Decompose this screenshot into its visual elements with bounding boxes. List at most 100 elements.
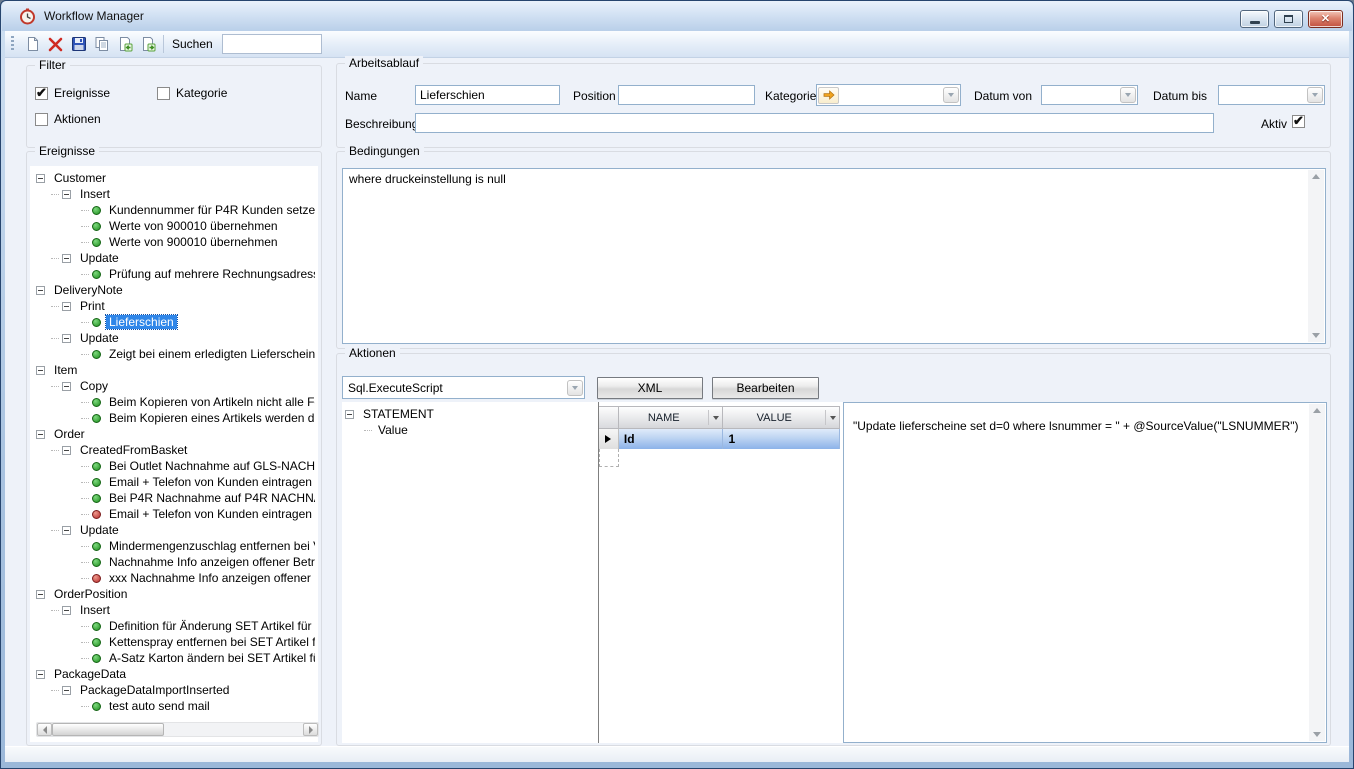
column-filter-button[interactable] — [708, 410, 722, 425]
tree-item[interactable]: Nachnahme Info anzeigen offener Betrag a… — [33, 554, 315, 570]
xml-button[interactable]: XML — [597, 377, 703, 399]
tree-item[interactable]: Beim Kopieren eines Artikels werden die … — [33, 410, 315, 426]
tree-item[interactable]: Werte von 900010 übernehmen — [33, 234, 315, 250]
collapse-toggle-icon[interactable] — [62, 526, 71, 535]
save-icon[interactable] — [67, 33, 90, 56]
tree-item[interactable]: Customer — [33, 170, 315, 186]
tree-item[interactable]: Update — [33, 250, 315, 266]
tree-item[interactable]: Definition für Änderung SET Artikel für … — [33, 618, 315, 634]
beschreibung-input[interactable] — [415, 113, 1214, 133]
collapse-toggle-icon[interactable] — [36, 670, 45, 679]
tree-item[interactable]: Insert — [33, 602, 315, 618]
action-type-dropdown-button[interactable] — [567, 380, 583, 396]
titlebar[interactable]: Workflow Manager ✕ — [2, 1, 1352, 31]
column-header-value[interactable]: VALUE — [723, 406, 840, 429]
datum-bis-combo[interactable] — [1218, 85, 1325, 105]
tree-item[interactable]: Beim Kopieren von Artikeln nicht alle Fe… — [33, 394, 315, 410]
name-input[interactable] — [415, 85, 560, 105]
tree-item[interactable]: Prüfung auf mehrere Rechnungsadressen — [33, 266, 315, 282]
tree-item[interactable]: Bei P4R Nachnahme auf P4R NACHNAHME u — [33, 490, 315, 506]
ereignisse-checkbox[interactable]: ✔ — [35, 87, 48, 100]
collapse-toggle-icon[interactable] — [62, 302, 71, 311]
script-scrollbar[interactable] — [1309, 404, 1325, 741]
filter-ereignisse-row[interactable]: ✔ Ereignisse — [35, 86, 110, 100]
value-node[interactable]: Value — [342, 422, 592, 438]
collapse-toggle-icon[interactable] — [62, 446, 71, 455]
tree-item[interactable]: PackageData — [33, 666, 315, 682]
close-button[interactable]: ✕ — [1308, 10, 1343, 28]
position-input[interactable] — [618, 85, 755, 105]
collapse-toggle-icon[interactable] — [62, 254, 71, 263]
collapse-toggle-icon[interactable] — [62, 334, 71, 343]
scroll-right-button[interactable] — [303, 723, 318, 736]
tree-item[interactable]: Print — [33, 298, 315, 314]
tree-item[interactable]: Werte von 900010 übernehmen — [33, 218, 315, 234]
tree-item[interactable]: Email + Telefon von Kunden eintragen bei… — [33, 474, 315, 490]
tree-item[interactable]: CreatedFromBasket — [33, 442, 315, 458]
scrollbar-thumb[interactable] — [52, 723, 164, 736]
tree-item[interactable]: PackageDataImportInserted — [33, 682, 315, 698]
grid-cell-name[interactable]: Id — [619, 429, 724, 449]
tree-item[interactable]: Lieferschien — [33, 314, 315, 330]
grid-row[interactable]: Id 1 — [599, 429, 840, 449]
tree-item[interactable]: Kettenspray entfernen bei SET Artikel fü… — [33, 634, 315, 650]
toolbar-grip-icon[interactable] — [11, 36, 14, 52]
tree-item[interactable]: test auto send mail — [33, 698, 315, 714]
collapse-toggle-icon[interactable] — [36, 286, 45, 295]
tree-item[interactable]: Order — [33, 426, 315, 442]
scroll-left-button[interactable] — [37, 723, 52, 736]
tree-item[interactable]: DeliveryNote — [33, 282, 315, 298]
filter-aktionen-row[interactable]: ✔ Aktionen — [35, 112, 101, 126]
delete-icon[interactable] — [44, 33, 67, 56]
grid-cell-value[interactable]: 1 — [723, 429, 840, 449]
tree-item[interactable]: Email + Telefon von Kunden eintragen bei… — [33, 506, 315, 522]
conditions-textarea[interactable]: where druckeinstellung is null — [342, 168, 1326, 344]
collapse-toggle-icon[interactable] — [36, 366, 45, 375]
export-file-icon[interactable] — [113, 33, 136, 56]
aktionen-checkbox[interactable]: ✔ — [35, 113, 48, 126]
column-header-name[interactable]: NAME — [619, 406, 724, 429]
collapse-toggle-icon[interactable] — [62, 382, 71, 391]
kategorie-checkbox[interactable]: ✔ — [157, 87, 170, 100]
tree-item[interactable]: Update — [33, 330, 315, 346]
collapse-toggle-icon[interactable] — [62, 190, 71, 199]
copy-icon[interactable] — [90, 33, 113, 56]
kategorie-lookup-button[interactable] — [818, 87, 839, 104]
tree-horizontal-scrollbar[interactable] — [36, 722, 319, 737]
search-input[interactable] — [222, 34, 322, 54]
script-textarea[interactable]: "Update lieferscheine set d=0 where lsnu… — [843, 402, 1327, 743]
tree-item[interactable]: Item — [33, 362, 315, 378]
maximize-button[interactable] — [1274, 10, 1303, 28]
collapse-toggle-icon[interactable] — [62, 686, 71, 695]
tree-item[interactable]: Mindermengenzuschlag entfernen bei Versa — [33, 538, 315, 554]
minimize-button[interactable] — [1240, 10, 1269, 28]
conditions-scrollbar[interactable] — [1308, 170, 1324, 342]
tree-item[interactable]: A-Satz Karton ändern bei SET Artikel für… — [33, 650, 315, 666]
action-type-combo[interactable]: Sql.ExecuteScript — [342, 376, 585, 399]
kategorie-combo[interactable] — [816, 84, 961, 106]
kategorie-dropdown-button[interactable] — [943, 87, 959, 103]
collapse-toggle-icon[interactable] — [36, 174, 45, 183]
tree-item[interactable]: Insert — [33, 186, 315, 202]
filter-kategorie-row[interactable]: ✔ Kategorie — [157, 86, 227, 100]
tree-item[interactable]: Copy — [33, 378, 315, 394]
collapse-toggle-icon[interactable] — [62, 606, 71, 615]
column-filter-button[interactable] — [825, 410, 839, 425]
tree-item[interactable]: OrderPosition — [33, 586, 315, 602]
tree-item[interactable]: Zeigt bei einem erledigten Lieferschein … — [33, 346, 315, 362]
collapse-toggle-icon[interactable] — [345, 410, 354, 419]
collapse-toggle-icon[interactable] — [36, 590, 45, 599]
collapse-toggle-icon[interactable] — [36, 430, 45, 439]
datum-von-combo[interactable] — [1041, 85, 1138, 105]
datum-bis-dropdown-button[interactable] — [1307, 87, 1323, 103]
import-file-icon[interactable] — [136, 33, 159, 56]
datum-von-dropdown-button[interactable] — [1120, 87, 1136, 103]
statement-node[interactable]: STATEMENT — [342, 406, 592, 422]
new-document-icon[interactable] — [21, 33, 44, 56]
bearbeiten-button[interactable]: Bearbeiten — [712, 377, 819, 399]
aktiv-checkbox[interactable]: ✔ — [1292, 115, 1305, 128]
tree-item[interactable]: Kundennummer für P4R Kunden setzen — [33, 202, 315, 218]
search-button[interactable]: Suchen — [172, 37, 213, 51]
tree-item[interactable]: Bei Outlet Nachnahme auf GLS-NACHNAHM — [33, 458, 315, 474]
tree-item[interactable]: Update — [33, 522, 315, 538]
